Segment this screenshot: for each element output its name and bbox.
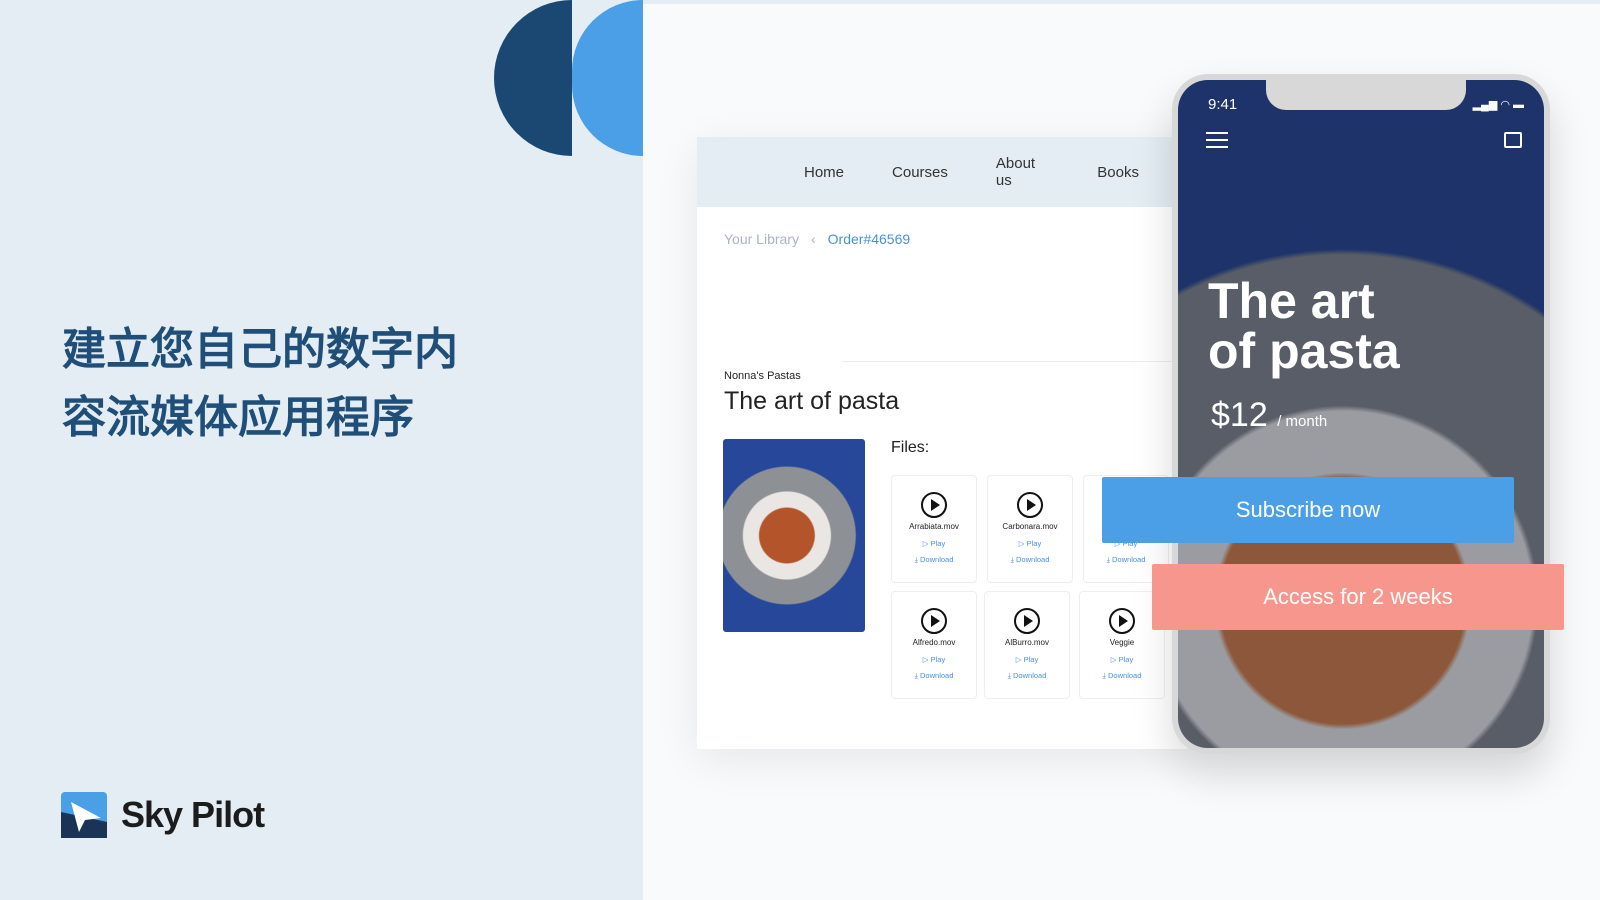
shopping-bag-icon[interactable]: [1504, 132, 1522, 148]
file-tile: Arrabiata.mov ▷ Play ⤓ Download: [891, 475, 977, 583]
headline-line: 建立您自己的数字内: [62, 324, 458, 375]
play-link[interactable]: ▷ Play: [1080, 655, 1164, 664]
play-link[interactable]: ▷ Play: [892, 655, 976, 664]
play-link[interactable]: ▷ Play: [988, 539, 1072, 548]
headline: 建立您自己的数字内 容流媒体应用程序: [62, 316, 458, 452]
file-name: Carbonara.mov: [1002, 522, 1058, 531]
headline-line: 容流媒体应用程序: [62, 392, 414, 443]
download-link[interactable]: ⤓ Download: [985, 671, 1069, 681]
course-title: The art of pasta: [724, 387, 900, 415]
download-link[interactable]: ⤓ Download: [1080, 671, 1164, 681]
play-label: Play: [1026, 539, 1042, 548]
download-link[interactable]: ⤓ Download: [892, 555, 976, 565]
file-tile: AlBurro.mov ▷ Play ⤓ Download: [984, 591, 1070, 699]
download-label: Download: [920, 671, 954, 680]
download-link[interactable]: ⤓ Download: [988, 555, 1072, 565]
file-name: AlBurro.mov: [1004, 638, 1049, 647]
breadcrumb-current: Order#46569: [827, 231, 911, 247]
hamburger-menu-icon[interactable]: [1206, 132, 1228, 148]
file-name: Arrabiata.mov: [909, 522, 959, 531]
phone-screen: 9:41 ▂▄▆ ◠ ▬ The art of pasta $12 / mont…: [1178, 80, 1544, 748]
divider: [842, 361, 1187, 362]
play-circle-icon[interactable]: [921, 608, 947, 634]
play-link[interactable]: ▷ Play: [985, 655, 1069, 664]
top-nav: Home Courses About us Books: [697, 137, 1187, 207]
play-label: Play: [930, 655, 946, 664]
breadcrumb-parent[interactable]: Your Library: [724, 231, 799, 247]
subscribe-button[interactable]: Subscribe now: [1102, 477, 1514, 543]
status-time: 9:41: [1208, 96, 1238, 113]
play-label: Play: [1118, 655, 1134, 664]
phone-title: The art of pasta: [1208, 273, 1400, 379]
play-circle-icon[interactable]: [1017, 492, 1043, 518]
download-label: Download: [1016, 555, 1050, 564]
download-link[interactable]: ⤓ Download: [892, 671, 976, 681]
file-name: Alfredo.mov: [912, 638, 956, 647]
download-label: Download: [920, 555, 954, 564]
chevron-left-icon: ‹: [810, 231, 816, 247]
price: $12 / month: [1211, 396, 1327, 435]
file-name: Veggie: [1109, 638, 1135, 647]
course-author: Nonna's Pastas: [724, 370, 801, 382]
web-app-mockup: Home Courses About us Books Your Library…: [697, 137, 1187, 749]
price-amount: $12: [1211, 396, 1268, 434]
nav-books[interactable]: Books: [1097, 164, 1139, 181]
pasta-thumbnail: [723, 439, 865, 632]
access-two-weeks-button[interactable]: Access for 2 weeks: [1152, 564, 1564, 630]
files-label: Files:: [891, 439, 930, 456]
brand-name: Sky Pilot: [121, 794, 265, 835]
brand-logo: Sky Pilot: [61, 792, 265, 838]
play-link[interactable]: ▷ Play: [892, 539, 976, 548]
price-period: / month: [1277, 413, 1328, 430]
nav-courses[interactable]: Courses: [892, 164, 948, 181]
download-label: Download: [1108, 671, 1142, 680]
battery-wifi-signal-icon: ▂▄▆ ◠ ▬: [1472, 99, 1524, 111]
nav-home[interactable]: Home: [804, 164, 844, 181]
play-circle-icon[interactable]: [921, 492, 947, 518]
paper-plane-icon: [61, 792, 107, 838]
download-label: Download: [1013, 671, 1047, 680]
play-label: Play: [1023, 655, 1039, 664]
play-circle-icon[interactable]: [1014, 608, 1040, 634]
nav-about[interactable]: About us: [996, 155, 1049, 189]
breadcrumb: Your Library ‹ Order#46569: [724, 231, 910, 247]
play-label: Play: [930, 539, 946, 548]
download-label: Download: [1112, 555, 1146, 564]
phone-notch: [1266, 80, 1466, 110]
file-tile: Alfredo.mov ▷ Play ⤓ Download: [891, 591, 977, 699]
file-tile: Carbonara.mov ▷ Play ⤓ Download: [987, 475, 1073, 583]
play-circle-icon[interactable]: [1109, 608, 1135, 634]
phone-mockup: 9:41 ▂▄▆ ◠ ▬ The art of pasta $12 / mont…: [1172, 74, 1550, 754]
